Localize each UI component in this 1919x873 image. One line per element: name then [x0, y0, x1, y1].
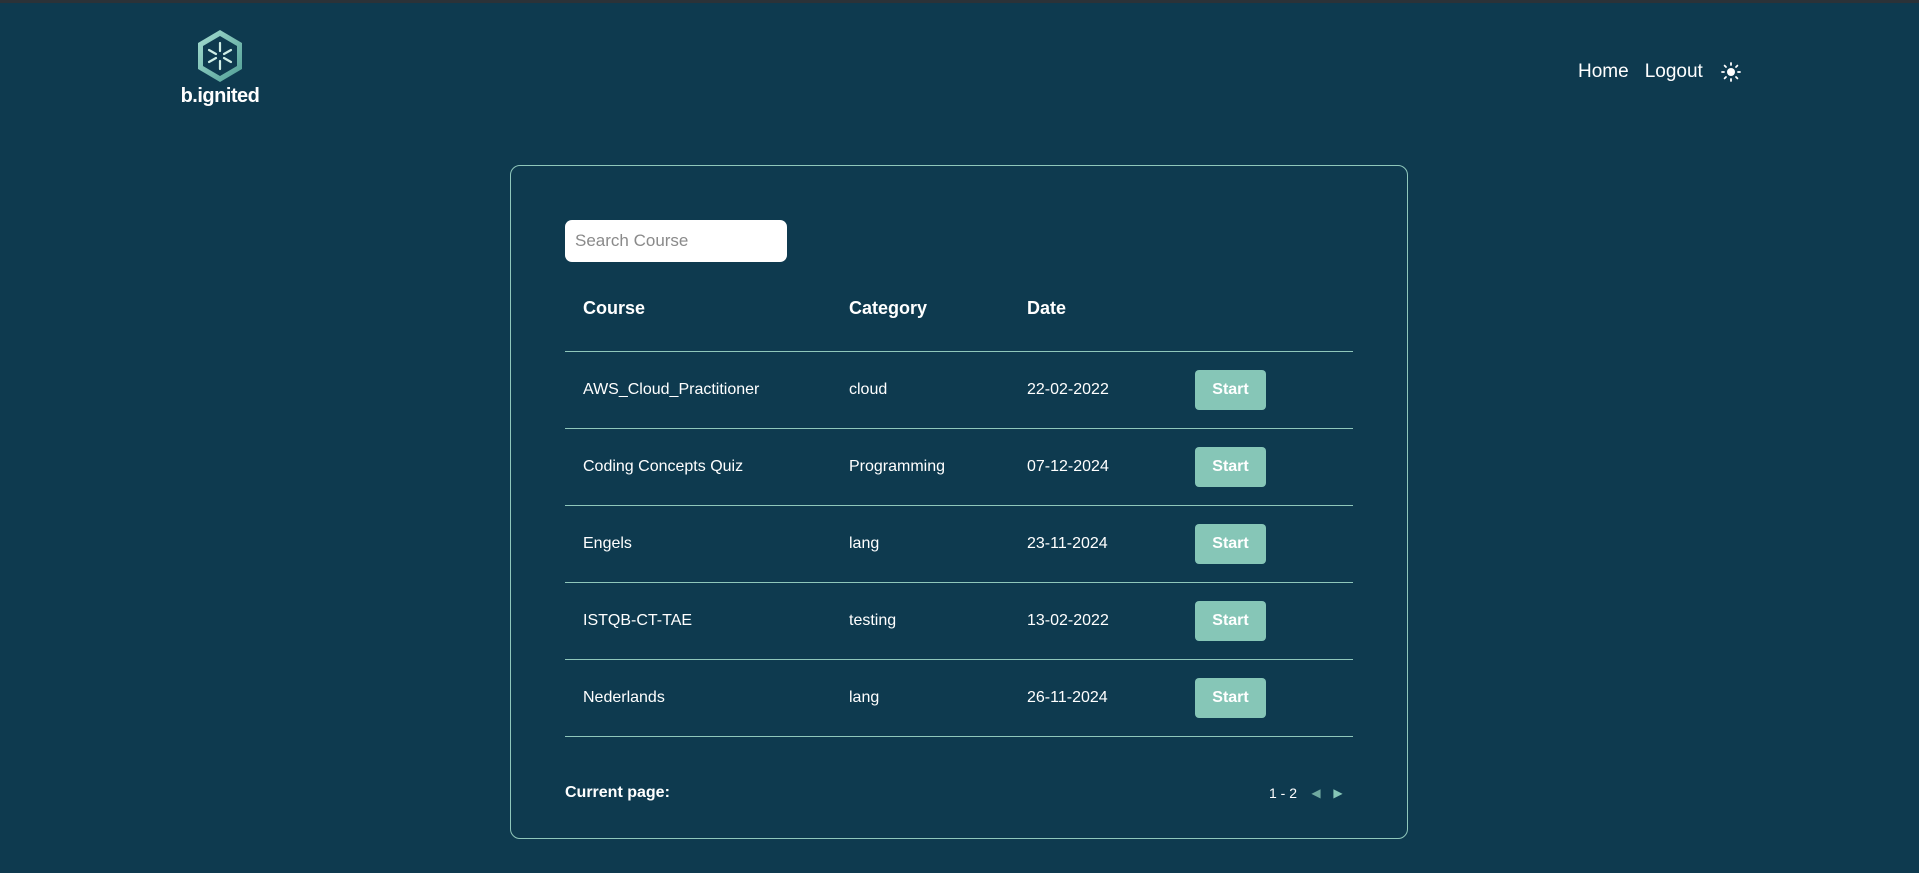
sun-icon[interactable]	[1719, 60, 1743, 84]
course-category: testing	[849, 612, 897, 629]
course-category: lang	[849, 689, 880, 706]
table-row: ISTQB-CT-TAE testing 13-02-2022 Start	[565, 583, 1353, 660]
course-list-card: Course Category Date AWS_Cloud_Practitio…	[510, 165, 1408, 839]
brand-logo[interactable]: b.ignited	[178, 28, 262, 108]
chevron-right-icon[interactable]: ▶	[1331, 786, 1345, 800]
start-button[interactable]: Start	[1195, 678, 1266, 718]
table-row: Coding Concepts Quiz Programming 07-12-2…	[565, 429, 1353, 506]
start-button[interactable]: Start	[1195, 524, 1266, 564]
course-category: Programming	[849, 458, 946, 475]
start-button[interactable]: Start	[1195, 601, 1266, 641]
table-header: Course Category Date	[565, 266, 1353, 352]
nav-logout-link[interactable]: Logout	[1645, 61, 1703, 83]
header-date: Date	[1027, 298, 1067, 318]
top-border	[0, 0, 1919, 3]
course-name: Engels	[583, 535, 632, 552]
start-button[interactable]: Start	[1195, 447, 1266, 487]
course-category: cloud	[849, 381, 888, 398]
top-nav: Home Logout	[1578, 60, 1743, 84]
brand-name: b.ignited	[180, 85, 260, 107]
course-date: 22-02-2022	[1027, 381, 1109, 398]
header-category: Category	[849, 298, 928, 318]
search-course-input[interactable]	[565, 220, 787, 262]
course-date: 13-02-2022	[1027, 612, 1109, 629]
table-row: Engels lang 23-11-2024 Start	[565, 506, 1353, 583]
table-row: Nederlands lang 26-11-2024 Start	[565, 660, 1353, 737]
chevron-left-icon[interactable]: ◀	[1309, 786, 1323, 800]
course-name: ISTQB-CT-TAE	[583, 612, 693, 629]
current-page-label: Current page:	[565, 784, 670, 801]
course-category: lang	[849, 535, 880, 552]
hexagon-logo-icon	[198, 30, 242, 82]
header-course: Course	[583, 298, 646, 318]
course-date: 26-11-2024	[1027, 689, 1108, 706]
page-range: 1 - 2	[1268, 785, 1297, 801]
course-table: Course Category Date AWS_Cloud_Practitio…	[565, 266, 1353, 737]
start-button[interactable]: Start	[1195, 370, 1266, 410]
course-name: Coding Concepts Quiz	[583, 458, 744, 475]
pagination-controls: 1 - 2 ◀ ▶	[1269, 785, 1345, 801]
pagination: Current page: 1 - 2 ◀ ▶	[565, 781, 1353, 805]
nav-home-link[interactable]: Home	[1578, 61, 1629, 83]
course-date: 07-12-2024	[1027, 458, 1109, 475]
course-date: 23-11-2024	[1027, 535, 1108, 552]
course-name: AWS_Cloud_Practitioner	[583, 381, 760, 398]
course-name: Nederlands	[583, 689, 665, 706]
table-row: AWS_Cloud_Practitioner cloud 22-02-2022 …	[565, 352, 1353, 429]
